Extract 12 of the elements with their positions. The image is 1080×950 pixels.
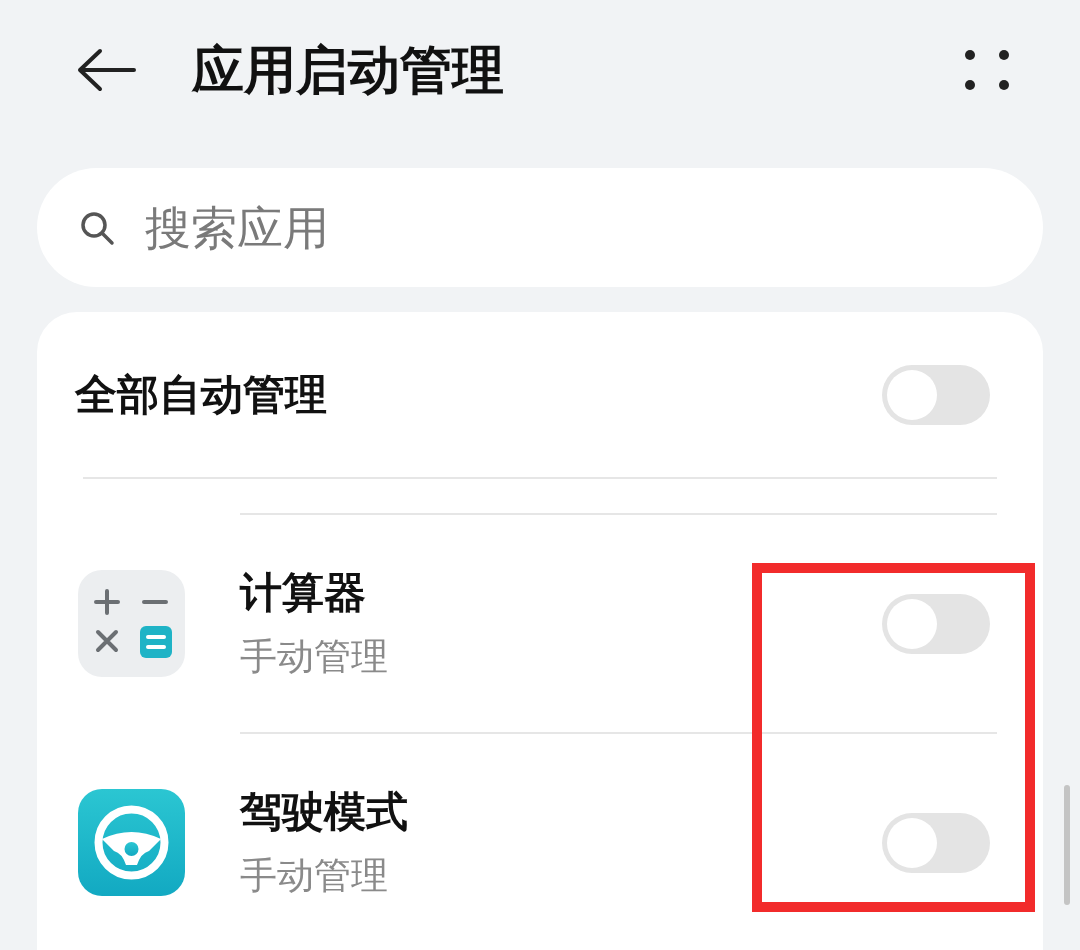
page-title: 应用启动管理 (192, 39, 504, 102)
search-field[interactable]: 搜索应用 (37, 168, 1043, 287)
app-name: 驾驶模式 (240, 787, 408, 838)
calculator-icon (78, 570, 185, 677)
steering-wheel-icon (78, 789, 185, 896)
app-name: 计算器 (240, 568, 367, 619)
search-icon (79, 210, 115, 246)
back-icon[interactable] (76, 48, 136, 92)
app-status: 手动管理 (240, 853, 389, 898)
more-icon[interactable] (964, 49, 1010, 91)
app-status: 手动管理 (240, 634, 388, 679)
setting-label: 全部自动管理 (75, 369, 327, 421)
